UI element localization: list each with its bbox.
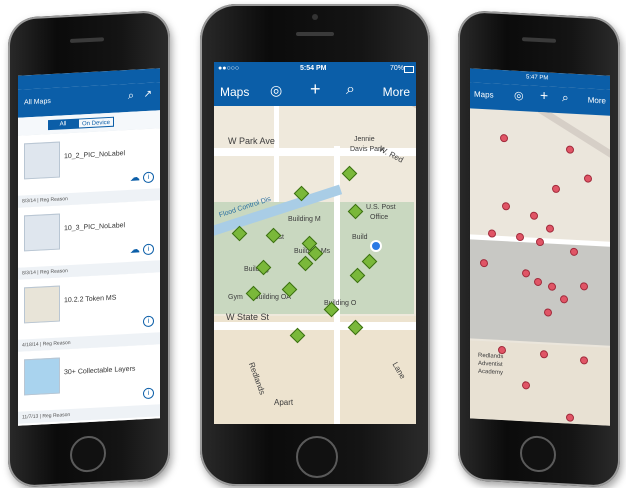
middle-phone: ●●○○○ 5:54 PM 70% Maps ◎ + ⌕ More W Park… — [200, 4, 430, 486]
item-title: 30+ Collectable Layers — [64, 365, 136, 377]
list-item[interactable]: 10.2.2 Token MS i 4/18/14 | Reg Reason — [18, 272, 160, 353]
cloud-download-icon[interactable]: ☁ — [130, 244, 140, 256]
place-label: U.S. Post — [366, 204, 396, 211]
location-icon[interactable]: ◎ — [514, 89, 524, 103]
map-point-marker[interactable] — [544, 308, 552, 317]
building-label: Building M — [288, 216, 321, 223]
right-phone: 5:47 PM Maps ◎ + ⌕ More Redlands Adventi… — [458, 9, 620, 488]
map-point-marker[interactable] — [580, 356, 588, 365]
map-point-marker[interactable] — [566, 145, 574, 154]
maps-button[interactable]: Maps — [220, 85, 249, 99]
street-label: Apart — [274, 398, 294, 407]
list-item[interactable]: 10_3_PIC_NoLabel ☁ i 8/3/14 | Reg Reason — [18, 200, 160, 281]
carrier-signal: ●●○○○ — [218, 65, 240, 72]
current-location-dot — [370, 240, 382, 252]
campus-area — [470, 238, 610, 346]
map-point-marker[interactable] — [488, 229, 496, 238]
list-item[interactable]: 30+ Collectable Layers i 11/7/13 | Reg R… — [18, 344, 160, 425]
item-title: 10_3_PIC_NoLabel — [64, 222, 126, 233]
residential-area — [214, 316, 416, 424]
map-point-marker[interactable] — [530, 211, 538, 220]
search-icon[interactable]: ⌕ — [128, 90, 134, 103]
add-icon[interactable]: + — [540, 87, 548, 103]
place-label: Adventist — [478, 360, 503, 369]
left-screen: All Maps ⌕ ↗ All On Device 10_2_PIC_NoLa… — [18, 68, 160, 426]
speaker — [522, 37, 556, 43]
place-label: Redlands — [478, 352, 504, 361]
map-point-marker[interactable] — [540, 350, 548, 359]
home-button[interactable] — [296, 436, 338, 478]
nav-title: All Maps — [24, 97, 51, 107]
map-point-marker[interactable] — [580, 282, 588, 291]
street-label: W State St — [226, 312, 270, 322]
segment-on-device[interactable]: On Device — [78, 116, 114, 129]
speaker — [296, 32, 334, 36]
add-icon[interactable]: + — [310, 79, 321, 100]
location-icon[interactable]: ◎ — [270, 82, 282, 99]
item-title: 10_2_PIC_NoLabel — [64, 150, 126, 161]
map-point-marker[interactable] — [516, 232, 524, 242]
map-toolbar: Maps ◎ + ⌕ More — [214, 78, 416, 106]
map-point-marker[interactable] — [570, 247, 578, 257]
more-button[interactable]: More — [588, 96, 606, 106]
battery-icon — [404, 66, 414, 73]
map-point-marker[interactable] — [534, 277, 542, 287]
left-phone: All Maps ⌕ ↗ All On Device 10_2_PIC_NoLa… — [8, 9, 170, 488]
battery-level: 70% — [389, 65, 404, 72]
road — [274, 106, 279, 202]
info-icon[interactable]: i — [143, 387, 154, 400]
map-view[interactable]: W Park Ave Jennie Davis Park W. Red Floo… — [214, 106, 416, 424]
map-point-marker[interactable] — [552, 184, 560, 194]
road — [329, 106, 416, 129]
info-icon[interactable]: i — [143, 243, 154, 256]
cloud-download-icon[interactable]: ☁ — [130, 172, 140, 184]
right-screen: 5:47 PM Maps ◎ + ⌕ More Redlands Adventi… — [470, 68, 610, 426]
road — [535, 108, 610, 171]
map-point-marker[interactable] — [502, 202, 510, 211]
street-label: W Park Ave — [228, 136, 275, 146]
map-thumbnail — [24, 141, 60, 180]
info-icon[interactable]: i — [143, 171, 154, 184]
home-button[interactable] — [70, 435, 106, 473]
status-time: 5:54 PM — [300, 65, 327, 72]
map-point-marker[interactable] — [536, 237, 544, 247]
map-point-marker[interactable] — [480, 258, 488, 268]
map-feature-marker[interactable] — [341, 165, 358, 182]
search-icon[interactable]: ⌕ — [346, 81, 355, 99]
info-icon[interactable]: i — [143, 315, 154, 328]
home-button[interactable] — [520, 435, 556, 473]
map-point-marker[interactable] — [546, 224, 554, 233]
more-button[interactable]: More — [383, 85, 410, 99]
list-item[interactable]: 10_2_PIC_NoLabel ☁ i 8/3/14 | Reg Reason — [18, 128, 160, 209]
status-time: 5:47 PM — [526, 74, 549, 82]
maps-button[interactable]: Maps — [474, 90, 494, 100]
map-point-marker[interactable] — [522, 269, 530, 278]
map-point-marker[interactable] — [548, 282, 556, 291]
share-icon[interactable]: ↗ — [144, 89, 152, 100]
road — [214, 322, 416, 330]
map-thumbnail — [24, 285, 60, 324]
camera — [312, 14, 318, 20]
map-point-marker[interactable] — [566, 413, 574, 422]
status-bar: ●●○○○ 5:54 PM 70% — [214, 62, 416, 78]
place-label: Jennie — [354, 136, 375, 143]
segment-all[interactable]: All — [48, 118, 78, 131]
search-icon[interactable]: ⌕ — [562, 90, 569, 105]
map-thumbnail — [24, 213, 60, 252]
middle-screen: ●●○○○ 5:54 PM 70% Maps ◎ + ⌕ More W Park… — [214, 62, 416, 424]
map-thumbnail — [24, 357, 60, 396]
map-point-marker[interactable] — [560, 295, 568, 304]
place-label: Academy — [478, 368, 504, 377]
map-point-marker[interactable] — [584, 174, 592, 183]
map-point-marker[interactable] — [498, 345, 506, 355]
item-title: 10.2.2 Token MS — [64, 294, 117, 305]
map-point-marker[interactable] — [522, 381, 530, 390]
building-label: Build — [352, 234, 368, 241]
building-label: Gym — [228, 294, 243, 301]
place-label: Office — [370, 214, 389, 221]
map-point-marker[interactable] — [500, 133, 508, 143]
speaker — [70, 37, 104, 43]
map-view[interactable]: Redlands Adventist Academy — [470, 108, 610, 426]
